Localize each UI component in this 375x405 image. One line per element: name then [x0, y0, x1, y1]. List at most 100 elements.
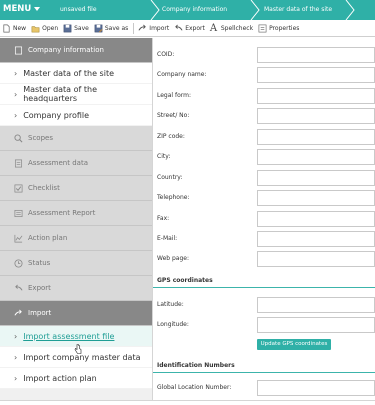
- field-label: City:: [157, 153, 171, 160]
- sidebar-item-label: Master data of the headquarters: [23, 85, 98, 103]
- country-input[interactable]: [257, 170, 375, 186]
- field-label: Street/ No:: [157, 112, 190, 119]
- sidebar-section-export[interactable]: Export: [0, 276, 152, 301]
- city-input[interactable]: [257, 149, 375, 165]
- coid-input[interactable]: [257, 47, 375, 63]
- legal-form-input[interactable]: [257, 88, 375, 104]
- clock-icon: [14, 258, 23, 268]
- export-icon: [175, 24, 183, 31]
- update-gps-button[interactable]: Update GPS coordinates: [257, 339, 331, 350]
- sidebar-section-label: Status: [28, 259, 51, 267]
- field-label: Telephone:: [157, 194, 190, 201]
- sidebar-item-label: Company profile: [23, 110, 90, 120]
- spellcheck-icon: A: [209, 22, 218, 34]
- form-row-zip: ZIP code:: [153, 129, 375, 145]
- form-row-latitude: Latitude:: [153, 297, 375, 313]
- bottom-divider: [0, 400, 375, 405]
- breadcrumb-file[interactable]: unsaved file: [60, 0, 97, 20]
- sidebar-section-import[interactable]: Import: [0, 301, 152, 326]
- zip-code-input[interactable]: [257, 129, 375, 145]
- sidebar-section-label: Assessment Report: [28, 209, 96, 217]
- telephone-input[interactable]: [257, 190, 375, 206]
- report-icon: [14, 209, 23, 217]
- field-label: Legal form:: [157, 92, 191, 99]
- field-label: Company name:: [157, 71, 207, 78]
- export-button[interactable]: Export: [174, 24, 205, 33]
- email-input[interactable]: [257, 231, 375, 247]
- line-chart-icon: [14, 234, 23, 242]
- hand-cursor-icon: [74, 344, 82, 354]
- global-location-number-input[interactable]: [257, 380, 375, 396]
- identification-section-title: Identification Numbers: [157, 362, 235, 369]
- form-row-web-page: Web page:: [153, 251, 375, 267]
- field-label: Web page:: [157, 255, 189, 262]
- menu-label: MENU: [3, 4, 32, 14]
- company-name-input[interactable]: [257, 67, 375, 83]
- form-row-street: Street/ No:: [153, 108, 375, 124]
- sidebar-item-master-data-headquarters[interactable]: › Master data of the headquarters: [0, 84, 152, 105]
- form-row-country: Country:: [153, 170, 375, 186]
- form-row-company-name: Company name:: [153, 67, 375, 83]
- import-icon: [138, 24, 147, 31]
- open-folder-icon: [31, 25, 40, 32]
- field-label: Fax:: [157, 215, 170, 222]
- chevron-right-icon: ›: [14, 110, 18, 120]
- toolbar: New Open Save Save as Import Export A Sp…: [0, 20, 375, 37]
- new-file-icon: [3, 24, 10, 32]
- sidebar-section-label: Checklist: [28, 184, 60, 192]
- latitude-input[interactable]: [257, 297, 375, 313]
- import-button[interactable]: Import: [138, 24, 169, 33]
- section-divider: [153, 287, 375, 288]
- sidebar-item-label: Import assessment file: [23, 331, 115, 341]
- open-label: Open: [42, 24, 59, 32]
- properties-icon: [258, 24, 267, 32]
- form-row-fax: Fax:: [153, 211, 375, 227]
- new-button[interactable]: New: [2, 24, 26, 33]
- sidebar-section-assessment-data[interactable]: Assessment data: [0, 151, 152, 176]
- field-label: Global Location Number:: [157, 384, 232, 391]
- sidebar-section-scopes[interactable]: Scopes: [0, 126, 152, 151]
- sidebar-section-label: Scopes: [28, 134, 53, 142]
- street-input[interactable]: [257, 108, 375, 124]
- sidebar-item-master-data-site[interactable]: › Master data of the site: [0, 63, 152, 84]
- document-icon: [14, 46, 23, 54]
- sidebar-item-label: Import action plan: [23, 373, 97, 383]
- form-row-coid: COID:: [153, 47, 375, 63]
- field-label: Country:: [157, 174, 183, 181]
- sidebar-item-label: Master data of the site: [23, 68, 115, 78]
- new-label: New: [13, 24, 27, 32]
- fax-input[interactable]: [257, 211, 375, 227]
- section-divider: [153, 372, 375, 373]
- breadcrumb-master-data-site[interactable]: Master data of the site: [264, 0, 332, 20]
- sidebar-item-import-action-plan[interactable]: › Import action plan: [0, 368, 152, 389]
- longitude-input[interactable]: [257, 317, 375, 333]
- form-row-longitude: Longitude:: [153, 317, 375, 333]
- sidebar-section-label: Company information: [28, 46, 104, 54]
- form-panel: COID: Company name: Legal form: Street/ …: [153, 38, 375, 400]
- checkbox-icon: [14, 184, 23, 192]
- sidebar-section-status[interactable]: Status: [0, 251, 152, 276]
- properties-button[interactable]: Properties: [258, 24, 299, 33]
- chevron-right-icon: ›: [14, 68, 18, 78]
- save-as-button[interactable]: Save as: [94, 24, 128, 33]
- save-label: Save: [74, 24, 89, 32]
- sidebar-section-label: Export: [28, 284, 51, 292]
- save-button[interactable]: Save: [63, 24, 89, 33]
- sidebar-section-company-information[interactable]: Company information: [0, 38, 152, 63]
- open-button[interactable]: Open: [31, 24, 58, 33]
- sidebar-section-checklist[interactable]: Checklist: [0, 176, 152, 201]
- caret-down-icon: [34, 7, 41, 11]
- sidebar-section-assessment-report[interactable]: Assessment Report: [0, 201, 152, 226]
- spellcheck-label: Spellcheck: [220, 24, 254, 32]
- breadcrumb-company-information[interactable]: Company information: [162, 0, 227, 20]
- sidebar-item-company-profile[interactable]: › Company profile: [0, 105, 152, 126]
- menu-button[interactable]: MENU: [3, 4, 41, 14]
- chevron-right-icon: ›: [14, 352, 18, 362]
- sidebar-section-action-plan[interactable]: Action plan: [0, 226, 152, 251]
- spellcheck-button[interactable]: A Spellcheck: [209, 22, 254, 34]
- clipboard-icon: [14, 159, 23, 167]
- web-page-input[interactable]: [257, 251, 375, 267]
- import-label: Import: [149, 24, 170, 32]
- top-bar: MENU unsaved file Company information Ma…: [0, 0, 375, 20]
- chevron-right-icon: ›: [14, 89, 18, 99]
